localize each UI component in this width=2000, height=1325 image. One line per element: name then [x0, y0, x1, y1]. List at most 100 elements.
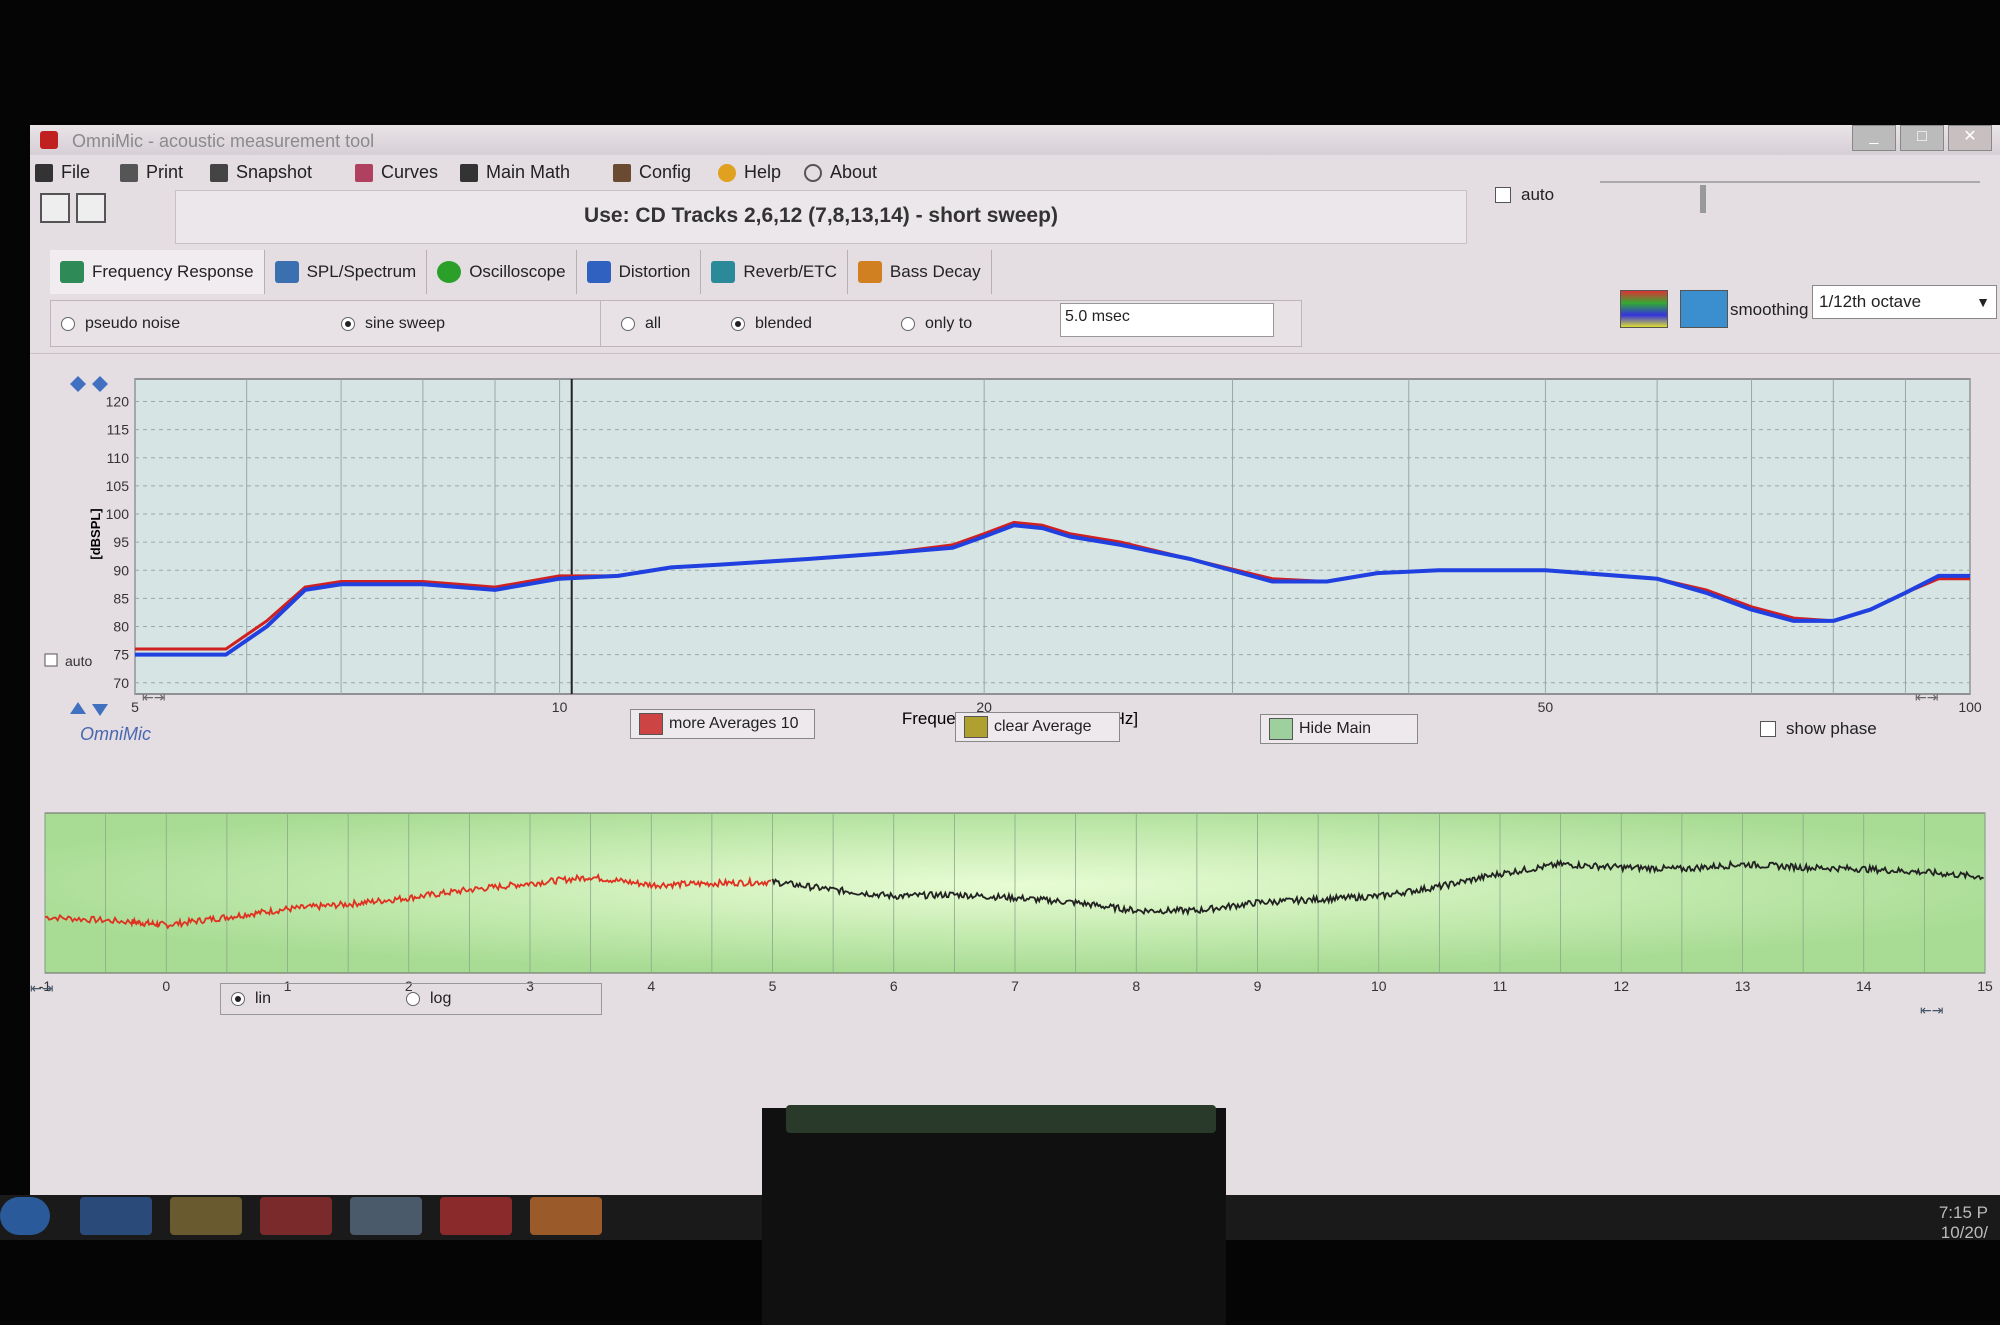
chevron-down-icon: ▼ — [1976, 294, 1990, 310]
menu-about-label: About — [830, 162, 878, 182]
reverb-etc-icon — [711, 261, 736, 283]
impulse-panel: -1 0 1 2 3 4 5 6 7 8 9 10 11 12 13 14 15 ⇤⇥ ⇤⇥ lin log — [30, 803, 2000, 1025]
y-axis-label: [dBSPL] — [88, 508, 103, 559]
top-auto-checkbox[interactable]: auto — [1495, 185, 1554, 205]
menu-file-label: File — [61, 162, 91, 182]
radio-blended[interactable]: blended — [731, 315, 812, 333]
chrome-icon[interactable] — [260, 1197, 332, 1235]
hide-main-button[interactable]: Hide Main — [1260, 714, 1418, 744]
more-averages-button[interactable]: more Averages 10 — [630, 709, 815, 739]
radio-dot — [61, 317, 75, 331]
radio-sine-sweep[interactable]: sine sweep — [341, 315, 445, 333]
clear-average-button[interactable]: clear Average — [955, 712, 1120, 742]
clock-time: 7:15 P — [1938, 1203, 1988, 1222]
auto-checkbox[interactable] — [44, 653, 58, 667]
radio-pseudo-noise[interactable]: pseudo noise — [61, 315, 180, 333]
panel-toggle-button[interactable] — [40, 193, 70, 223]
menu-main-math[interactable]: Main Math — [460, 162, 570, 183]
menu-snapshot[interactable]: Snapshot — [210, 162, 312, 183]
x-scroll-right-arrows-icon[interactable]: ⇤⇥ — [1915, 689, 1938, 705]
tab-reverb-etc[interactable]: Reverb/ETC — [701, 250, 848, 294]
menu-print-label: Print — [146, 162, 184, 182]
speech-bubble-icon — [804, 163, 822, 182]
show-phase-checkbox[interactable]: show phase — [1760, 719, 1877, 739]
impulse-x-tick-label: 11 — [1493, 978, 1508, 994]
ie-icon[interactable] — [80, 1197, 152, 1235]
x-tick-label: 100 — [1958, 699, 1982, 715]
menu-about[interactable]: About — [804, 162, 877, 183]
menu-snapshot-label: Snapshot — [236, 162, 313, 182]
tab-label: SPL/Spectrum — [306, 262, 417, 281]
impulse-x-tick-label: 4 — [647, 978, 655, 994]
auto-label: auto — [65, 653, 92, 669]
radio-dot — [731, 317, 745, 331]
tab-label: Distortion — [618, 262, 691, 281]
radio-lin[interactable]: lin — [231, 990, 271, 1008]
menu-file[interactable]: File — [35, 162, 90, 183]
window-toggle-button[interactable] — [76, 193, 106, 223]
impulse-x-tick-label: 10 — [1371, 978, 1387, 994]
close-button[interactable]: ✕ — [1948, 125, 1992, 151]
tab-frequency-response[interactable]: Frequency Response — [50, 250, 265, 294]
impulse-x-tick-label: 14 — [1856, 978, 1872, 994]
radio-dot — [901, 317, 915, 331]
tab-bar: Frequency Response SPL/Spectrum Oscillos… — [50, 250, 992, 294]
menu-config[interactable]: Config — [613, 162, 691, 183]
maximize-button[interactable]: □ — [1900, 125, 1944, 151]
impulse-scroll-right-icon[interactable]: ⇤⇥ — [1920, 1002, 1943, 1018]
average-icon — [639, 713, 663, 735]
distortion-icon — [586, 261, 611, 283]
tab-spl-spectrum[interactable]: SPL/Spectrum — [265, 250, 428, 294]
menu-curves-label: Curves — [381, 162, 439, 182]
menu-print[interactable]: Print — [120, 162, 183, 183]
hide-icon — [1269, 718, 1293, 740]
radio-log[interactable]: log — [406, 990, 451, 1008]
impulse-scroll-left-icon[interactable]: ⇤⇥ — [30, 980, 53, 996]
radio-only-to[interactable]: only to — [901, 315, 972, 333]
smoothing-select[interactable]: 1/12th octave ▼ — [1812, 285, 1997, 319]
start-button[interactable] — [0, 1197, 50, 1235]
curves-icon — [355, 163, 373, 182]
level-slider[interactable] — [1600, 181, 1980, 217]
show-phase-label: show phase — [1786, 719, 1877, 738]
y-tick-label: 85 — [113, 590, 129, 606]
button-label: Hide Main — [1299, 720, 1372, 737]
tab-label: Bass Decay — [889, 262, 981, 281]
folder-icon[interactable] — [170, 1197, 242, 1235]
plot-area — [134, 378, 1971, 695]
x-tick-label: 5 — [131, 699, 139, 715]
slider-thumb[interactable] — [1700, 185, 1706, 213]
y-tick-label: 115 — [107, 422, 130, 438]
radio-all[interactable]: all — [621, 315, 661, 333]
tab-bass-decay[interactable]: Bass Decay — [848, 250, 992, 294]
y-tick-label: 105 — [106, 478, 130, 494]
spl-spectrum-icon — [274, 261, 299, 283]
smoothing-value: 1/12th octave — [1819, 292, 1922, 311]
tab-distortion[interactable]: Distortion — [577, 250, 702, 294]
y-tick-label: 80 — [113, 619, 129, 635]
spectrogram-icon[interactable] — [1680, 290, 1728, 328]
media-player-icon[interactable] — [530, 1197, 602, 1235]
y-tick-label: 110 — [107, 450, 130, 466]
x-tick-label: 50 — [1538, 699, 1554, 715]
gating-time-input[interactable]: 5.0 msec — [1060, 303, 1274, 337]
x-scroll-left-arrows-icon[interactable]: ⇤⇥ — [142, 689, 165, 705]
impulse-x-tick-label: 0 — [162, 978, 170, 994]
tab-oscilloscope[interactable]: Oscilloscope — [427, 250, 577, 294]
menu-config-label: Config — [639, 162, 692, 182]
frequency-response-panel: 70 75 80 85 90 95 100 105 110 115 120 5 10 20 50 100 [… — [30, 353, 2000, 799]
waterfall-icon[interactable] — [1620, 290, 1668, 328]
menu-curves[interactable]: Curves — [355, 162, 438, 183]
radio-label: log — [430, 990, 452, 1007]
menu-main-math-label: Main Math — [486, 162, 571, 182]
radio-dot — [231, 992, 245, 1006]
app-icon-generic[interactable] — [350, 1197, 422, 1235]
calculator-icon — [460, 163, 478, 182]
y-tick-label: 95 — [113, 534, 129, 550]
menu-help[interactable]: Help — [718, 162, 781, 183]
tab-label: Frequency Response — [92, 262, 254, 281]
omnimic-taskbar-icon[interactable] — [440, 1197, 512, 1235]
oscilloscope-icon — [437, 261, 462, 283]
minimize-button[interactable]: _ — [1852, 125, 1896, 151]
radio-label: blended — [755, 315, 812, 332]
